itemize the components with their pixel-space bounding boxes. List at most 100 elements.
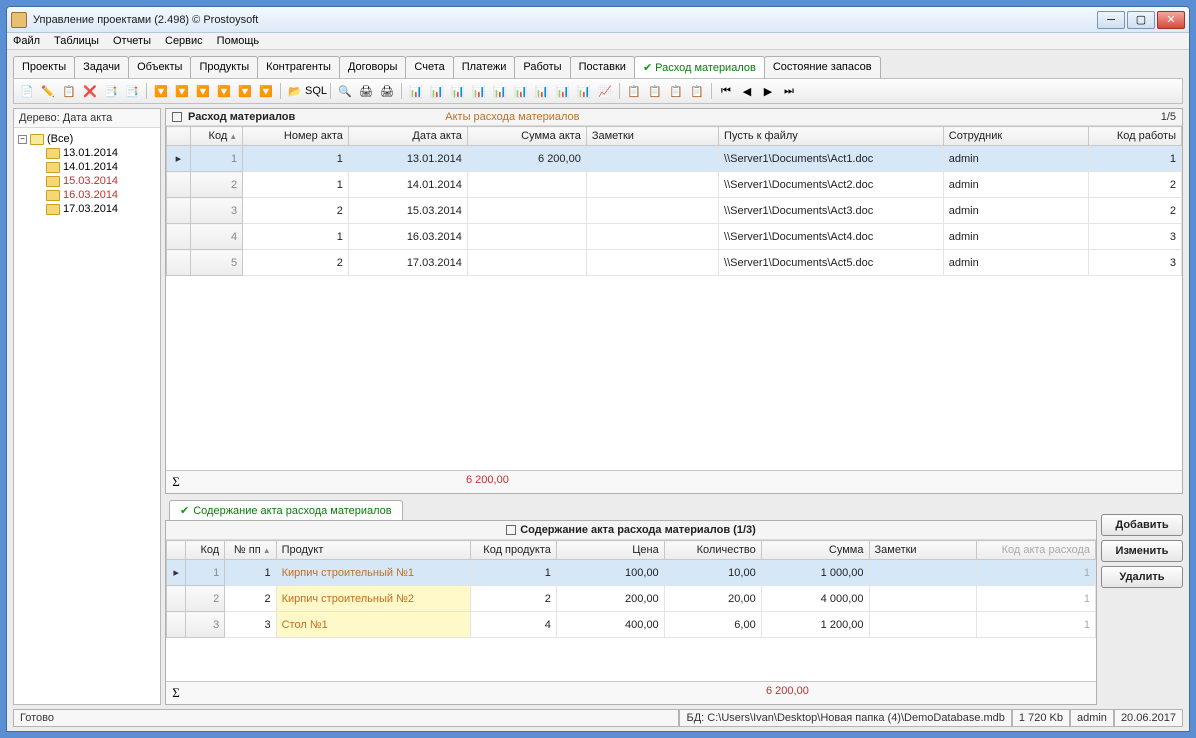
tab-3[interactable]: Продукты	[190, 56, 258, 78]
grid-icon	[172, 112, 182, 122]
table-row[interactable]: 3 3 Стол №1 4 400,00 6,00 1 200,00 1	[167, 612, 1096, 638]
detail-sum-value: 6 200,00	[766, 685, 809, 701]
toolbar-button[interactable]: 🖨	[378, 82, 396, 100]
status-db: БД: C:\Users\Ivan\Desktop\Новая папка (4…	[679, 709, 1011, 727]
toolbar-button[interactable]: 🔽	[257, 82, 275, 100]
table-row[interactable]: 3 2 15.03.2014 \\Server1\Documents\Act3.…	[167, 198, 1182, 224]
close-button[interactable]: ✕	[1157, 11, 1185, 29]
grid-icon	[506, 525, 516, 535]
edit-button[interactable]: Изменить	[1101, 540, 1183, 562]
folder-icon	[46, 148, 60, 159]
toolbar-button[interactable]: 🔽	[194, 82, 212, 100]
tree-item[interactable]: 15.03.2014	[18, 174, 156, 188]
toolbar-button[interactable]: 📄	[18, 82, 36, 100]
toolbar-button[interactable]: 📊	[428, 82, 446, 100]
tab-7[interactable]: Платежи	[453, 56, 516, 78]
toolbar-button[interactable]: ⏭	[780, 82, 798, 100]
tree-item[interactable]: 17.03.2014	[18, 202, 156, 216]
tab-6[interactable]: Счета	[405, 56, 453, 78]
toolbar-button[interactable]: 🖨	[357, 82, 375, 100]
app-window: Управление проектами (2.498) © Prostoyso…	[6, 6, 1190, 732]
toolbar-button[interactable]: 📊	[575, 82, 593, 100]
toolbar-button[interactable]: 📋	[646, 82, 664, 100]
toolbar-button[interactable]: ▶	[759, 82, 777, 100]
toolbar-button[interactable]: 📊	[470, 82, 488, 100]
menu-item[interactable]: Помощь	[217, 35, 260, 47]
tree-item[interactable]: 14.01.2014	[18, 160, 156, 174]
tree-item[interactable]: 16.03.2014	[18, 188, 156, 202]
table-row[interactable]: 2 1 14.01.2014 \\Server1\Documents\Act2.…	[167, 172, 1182, 198]
tab-11[interactable]: Состояние запасов	[764, 56, 881, 78]
tab-8[interactable]: Работы	[514, 56, 570, 78]
toolbar-button[interactable]: ⏮	[717, 82, 735, 100]
menubar: Файл Таблицы Отчеты Сервис Помощь	[7, 33, 1189, 50]
tab-10[interactable]: ✔Расход материалов	[634, 56, 765, 78]
subtab-content[interactable]: ✔Содержание акта расхода материалов	[169, 500, 403, 520]
toolbar-button[interactable]: ✏️	[39, 82, 57, 100]
menu-item[interactable]: Отчеты	[113, 35, 151, 47]
toolbar-button[interactable]: 📋	[60, 82, 78, 100]
tab-4[interactable]: Контрагенты	[257, 56, 340, 78]
check-icon: ✔	[643, 62, 652, 74]
tab-5[interactable]: Договоры	[339, 56, 406, 78]
tree-root[interactable]: − (Все)	[18, 132, 156, 146]
toolbar-button[interactable]: 📋	[688, 82, 706, 100]
tree-header: Дерево: Дата акта	[14, 109, 160, 128]
grid-pager: 1/5	[1161, 111, 1176, 123]
toolbar-button[interactable]: 📊	[407, 82, 425, 100]
toolbar-button[interactable]: 🔽	[215, 82, 233, 100]
toolbar-button[interactable]: ◀	[738, 82, 756, 100]
menu-item[interactable]: Файл	[13, 35, 40, 47]
tree-panel: Дерево: Дата акта − (Все) 13.01.201414.0…	[13, 108, 161, 705]
toolbar-button[interactable]: 📈	[596, 82, 614, 100]
toolbar-button[interactable]: 📊	[554, 82, 572, 100]
status-ready: Готово	[13, 709, 679, 727]
tab-1[interactable]: Задачи	[74, 56, 129, 78]
table-row[interactable]: 5 2 17.03.2014 \\Server1\Documents\Act5.…	[167, 250, 1182, 276]
window-title: Управление проектами (2.498) © Prostoyso…	[33, 14, 1097, 26]
separator	[711, 83, 712, 99]
table-row[interactable]: ▸ 1 1 Кирпич строительный №1 1 100,00 10…	[167, 560, 1096, 586]
menu-item[interactable]: Таблицы	[54, 35, 99, 47]
detail-table[interactable]: Код№ пп▲ПродуктКод продуктаЦенаКоличеств…	[166, 540, 1096, 638]
tab-0[interactable]: Проекты	[13, 56, 75, 78]
separator	[146, 83, 147, 99]
toolbar-button[interactable]: 🔽	[236, 82, 254, 100]
toolbar-button[interactable]: 🔽	[173, 82, 191, 100]
toolbar-button[interactable]: 📊	[449, 82, 467, 100]
table-row[interactable]: 4 1 16.03.2014 \\Server1\Documents\Act4.…	[167, 224, 1182, 250]
separator	[401, 83, 402, 99]
toolbar-button[interactable]: 📑	[102, 82, 120, 100]
status-size: 1 720 Kb	[1012, 709, 1070, 727]
sigma-icon: Σ	[166, 474, 186, 490]
table-row[interactable]: ▸ 1 1 13.01.2014 6 200,00 \\Server1\Docu…	[167, 146, 1182, 172]
tab-9[interactable]: Поставки	[570, 56, 635, 78]
table-row[interactable]: 2 2 Кирпич строительный №2 2 200,00 20,0…	[167, 586, 1096, 612]
toolbar-button[interactable]: 📊	[512, 82, 530, 100]
folder-icon	[46, 162, 60, 173]
tree-item[interactable]: 13.01.2014	[18, 146, 156, 160]
toolbar-button[interactable]: SQL	[307, 82, 325, 100]
tree-body: − (Все) 13.01.201414.01.201415.03.201416…	[14, 128, 160, 704]
toolbar-button[interactable]: 📋	[625, 82, 643, 100]
toolbar-button[interactable]: ❌	[81, 82, 99, 100]
collapse-icon[interactable]: −	[18, 135, 27, 144]
toolbar-button[interactable]: 📋	[667, 82, 685, 100]
toolbar-button[interactable]: 📑	[123, 82, 141, 100]
add-button[interactable]: Добавить	[1101, 514, 1183, 536]
toolbar-button[interactable]: 🔽	[152, 82, 170, 100]
toolbar-button[interactable]: 🔍	[336, 82, 354, 100]
sigma-icon: Σ	[166, 685, 186, 701]
tab-2[interactable]: Объекты	[128, 56, 191, 78]
toolbar-button[interactable]: 📊	[533, 82, 551, 100]
main-table[interactable]: Код▲Номер актаДата актаСумма актаЗаметки…	[166, 126, 1182, 276]
minimize-button[interactable]: ─	[1097, 11, 1125, 29]
folder-icon	[46, 204, 60, 215]
toolbar-button[interactable]: 📊	[491, 82, 509, 100]
menu-item[interactable]: Сервис	[165, 35, 203, 47]
statusbar: Готово БД: C:\Users\Ivan\Desktop\Новая п…	[13, 709, 1183, 727]
status-date: 20.06.2017	[1114, 709, 1183, 727]
delete-button[interactable]: Удалить	[1101, 566, 1183, 588]
maximize-button[interactable]: ▢	[1127, 11, 1155, 29]
toolbar-button[interactable]: 📂	[286, 82, 304, 100]
